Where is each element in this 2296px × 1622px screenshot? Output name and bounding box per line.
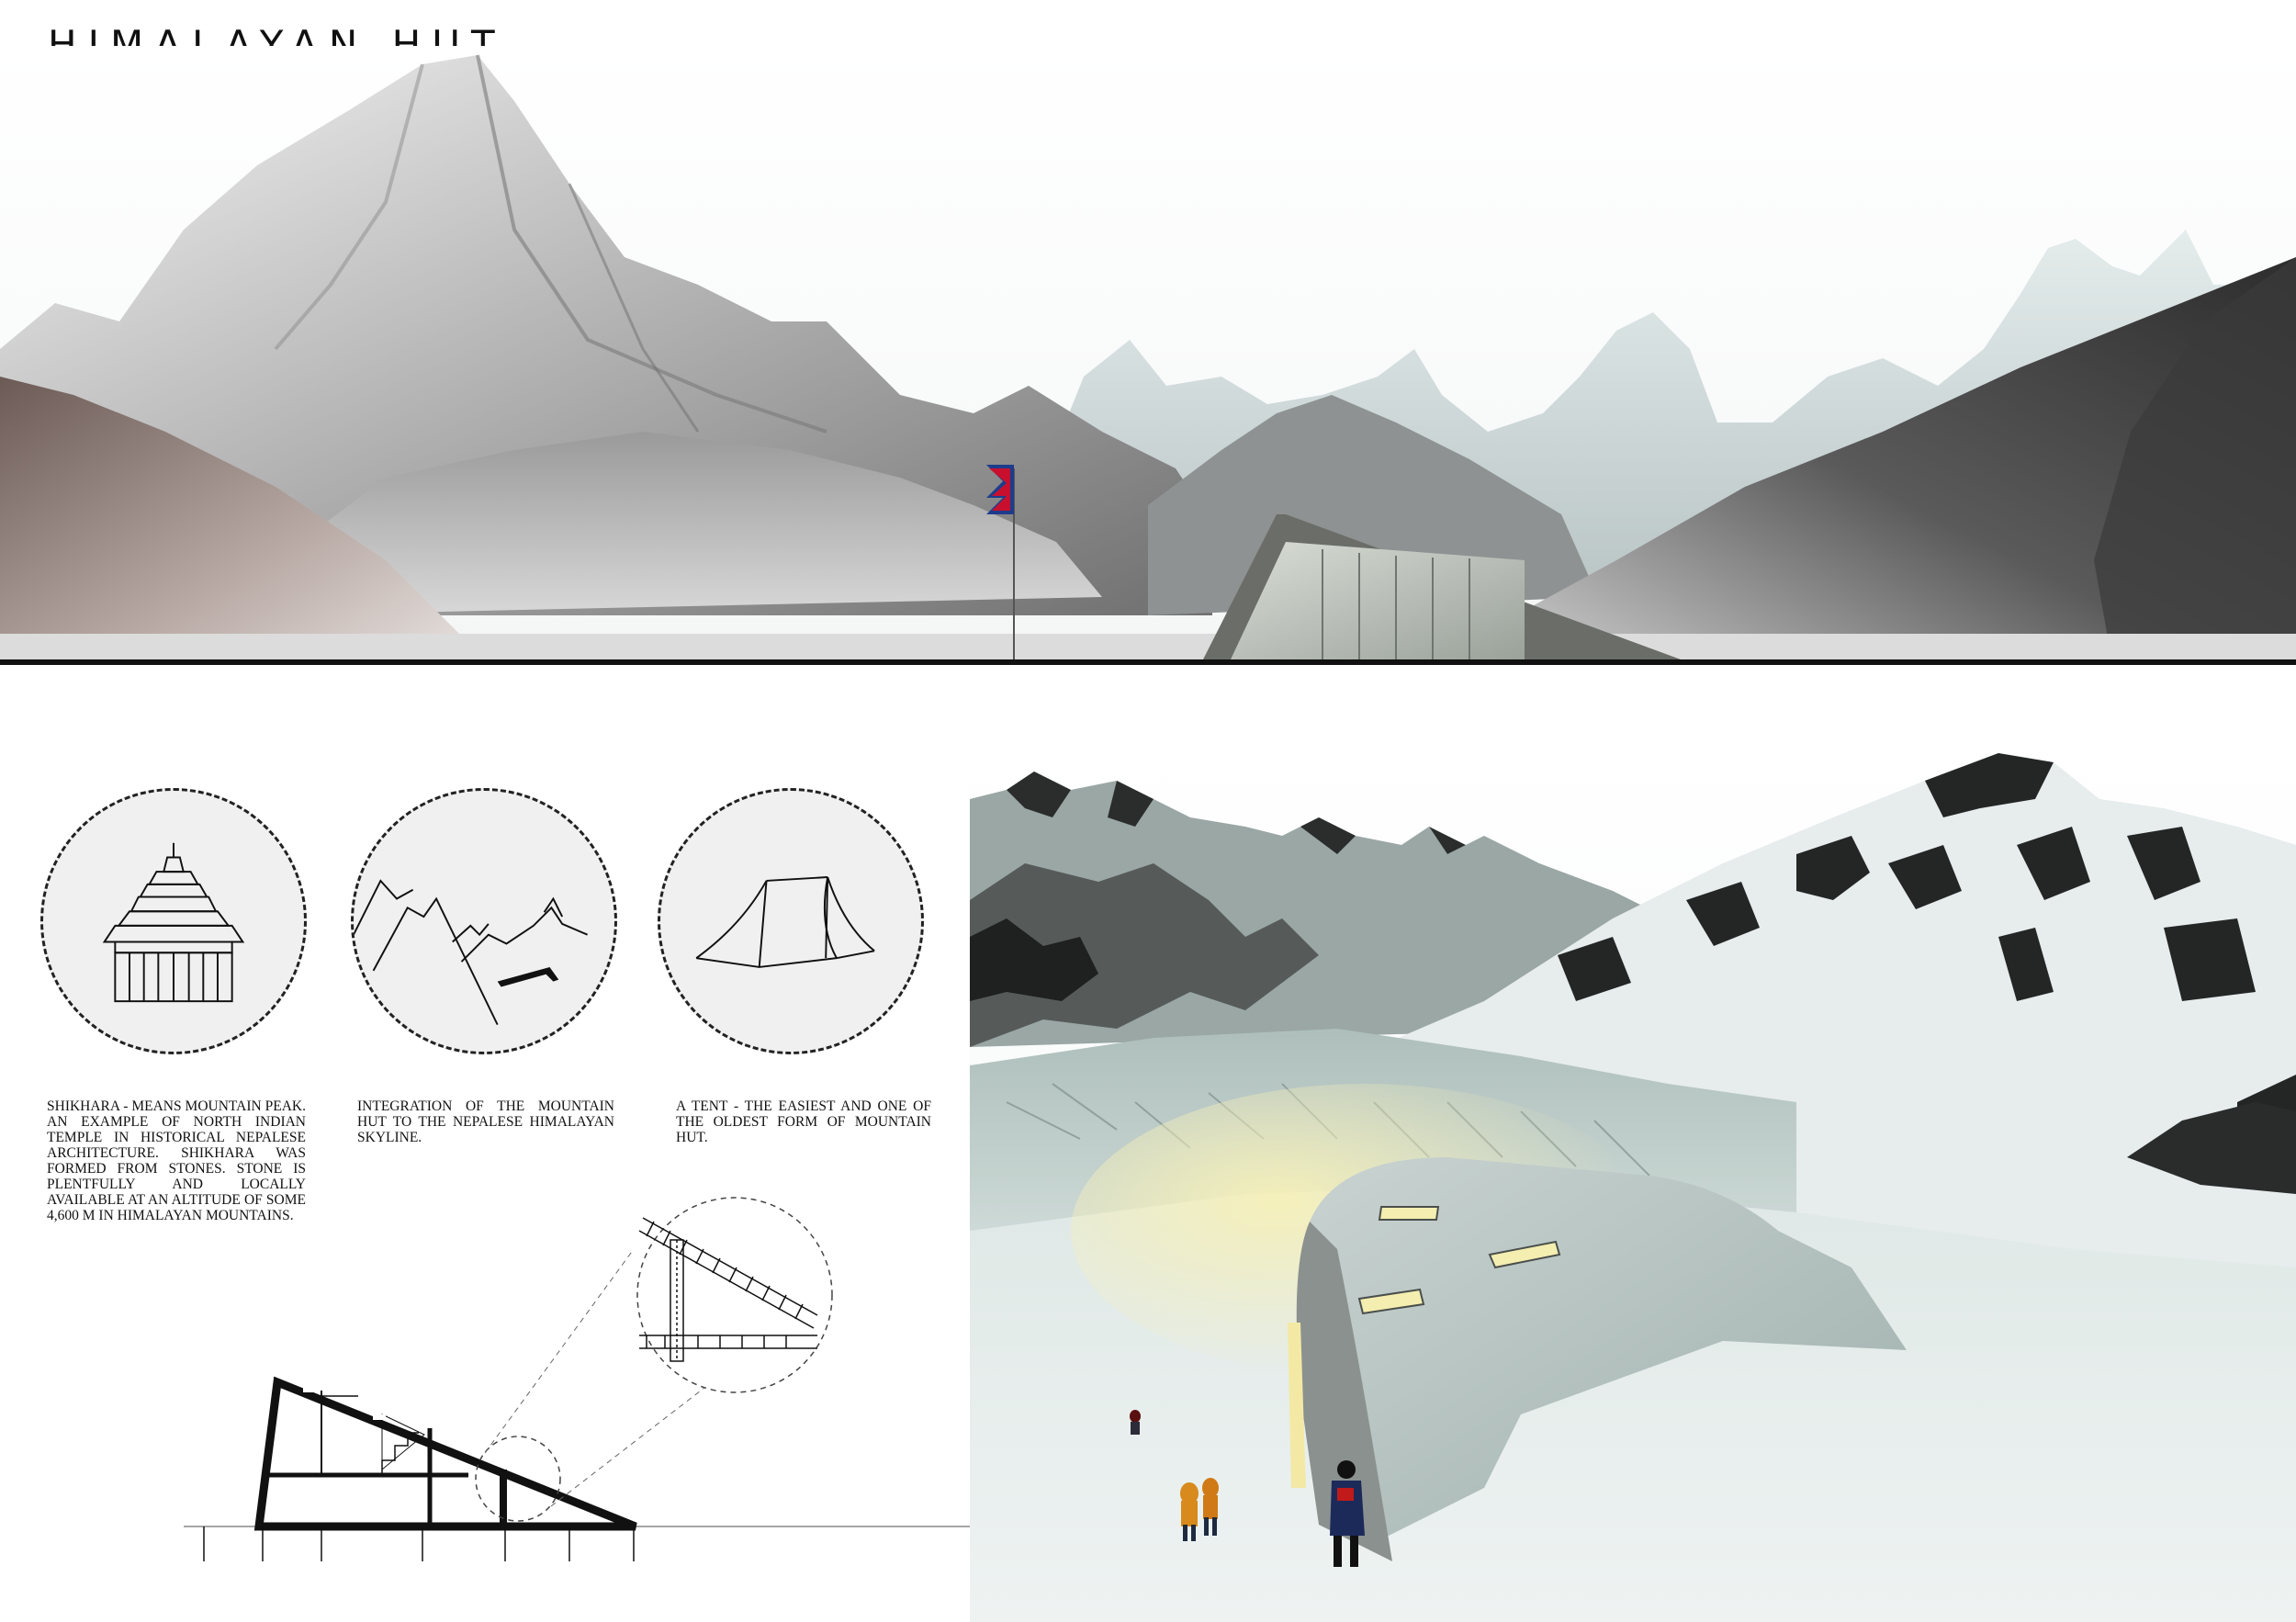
skyline-caption: INTEGRATION OF THE MOUNTAIN HUT TO THE N… — [357, 1098, 614, 1145]
hut-render-illustration — [970, 753, 2296, 1622]
panorama-illustration — [0, 46, 2296, 663]
hut-section-drawing — [184, 1194, 983, 1598]
tent-icon — [658, 788, 924, 1054]
panorama-divider — [0, 659, 2296, 665]
mountain-skyline-icon — [351, 788, 617, 1054]
shikhara-temple-icon — [40, 788, 307, 1054]
tent-caption: A TENT - THE EASIEST AND ONE OF THE OLDE… — [676, 1098, 931, 1145]
